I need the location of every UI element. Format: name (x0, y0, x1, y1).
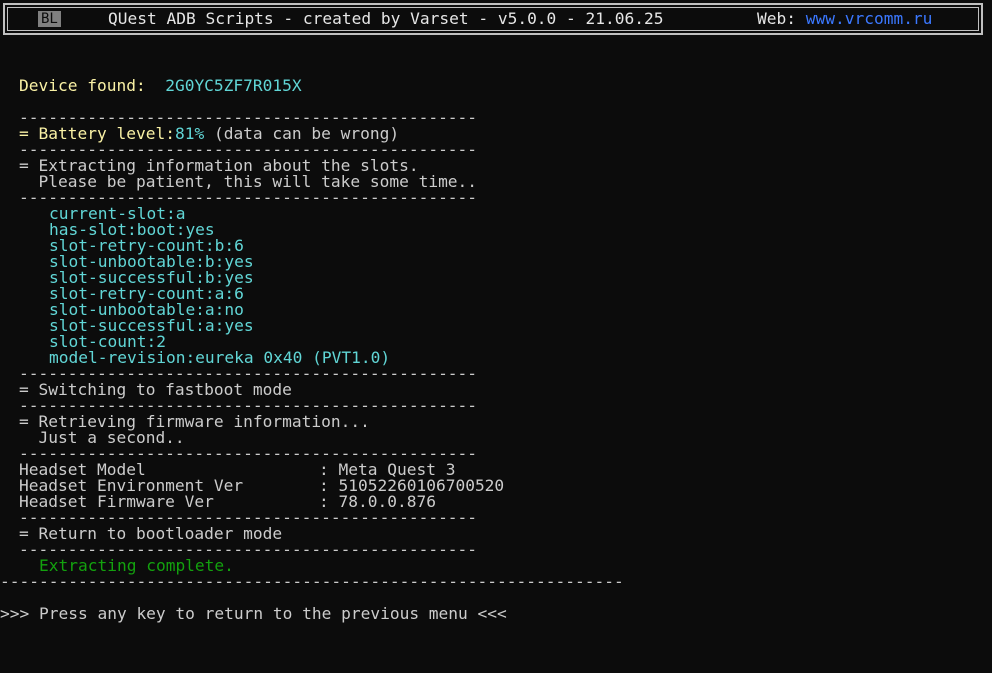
app-title: QUest ADB Scripts - created by Varset - … (108, 9, 664, 28)
bl-badge: BL (38, 11, 61, 27)
web-label-text: Web: (757, 9, 806, 28)
device-found-line: Device found: 2G0YC5ZF7R015X (19, 76, 302, 95)
device-id: 2G0YC5ZF7R015X (165, 76, 302, 95)
title-bar: BL QUest ADB Scripts - created by Varset… (3, 3, 983, 35)
web-link[interactable]: www.vrcomm.ru (806, 9, 933, 28)
long-separator: ----------------------------------------… (0, 572, 624, 591)
device-found-label: Device found: (19, 76, 146, 95)
web-label: Web: www.vrcomm.ru (757, 9, 933, 28)
press-any-key-prompt: >>> Press any key to return to the previ… (0, 604, 507, 623)
